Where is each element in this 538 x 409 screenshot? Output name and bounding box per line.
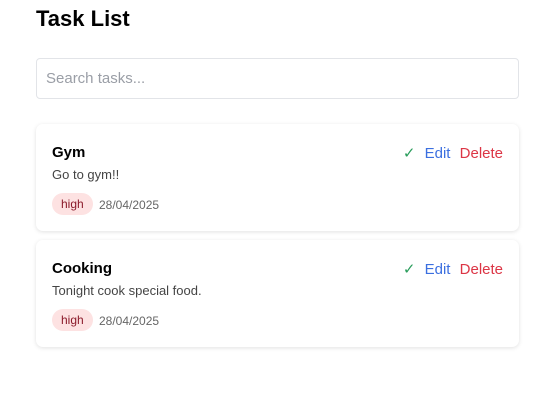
delete-button[interactable]: Delete — [460, 261, 503, 278]
task-card: Gym Go to gym!! high 28/04/2025 ✓ Edit D… — [36, 124, 519, 231]
edit-button[interactable]: Edit — [425, 145, 451, 162]
complete-check-icon[interactable]: ✓ — [403, 145, 416, 162]
task-description: Tonight cook special food. — [52, 283, 202, 298]
search-input[interactable] — [36, 58, 519, 99]
edit-button[interactable]: Edit — [425, 261, 451, 278]
task-actions: ✓ Edit Delete — [398, 144, 503, 162]
priority-badge: high — [52, 193, 93, 215]
delete-button[interactable]: Delete — [460, 145, 503, 162]
page-title: Task List — [36, 6, 130, 31]
task-title: Gym — [52, 144, 86, 161]
task-card: Cooking Tonight cook special food. high … — [36, 240, 519, 347]
task-actions: ✓ Edit Delete — [398, 260, 503, 278]
task-description: Go to gym!! — [52, 167, 120, 182]
task-title: Cooking — [52, 260, 112, 277]
complete-check-icon[interactable]: ✓ — [403, 261, 416, 278]
priority-badge: high — [52, 309, 93, 331]
task-date: 28/04/2025 — [99, 314, 160, 328]
task-date: 28/04/2025 — [99, 198, 160, 212]
